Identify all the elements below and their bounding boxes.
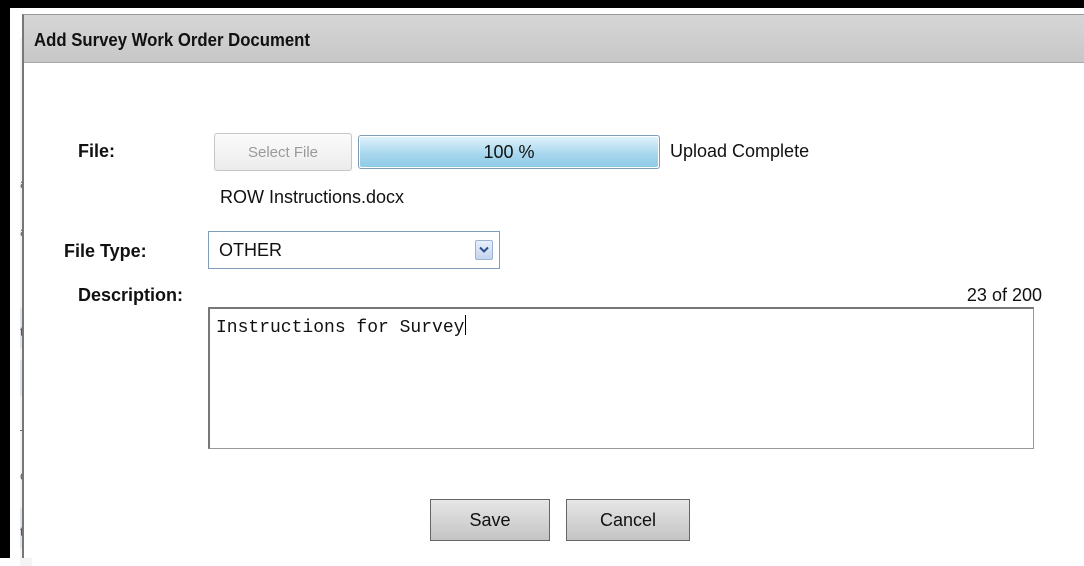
file-type-dropdown[interactable]: OTHER: [208, 231, 500, 269]
uploaded-file-name: ROW Instructions.docx: [220, 187, 405, 207]
file-label: File:: [78, 141, 116, 161]
file-type-label: File Type:: [64, 241, 147, 261]
save-button[interactable]: Save: [430, 499, 550, 541]
add-document-dialog: Add Survey Work Order Document File: Sel…: [22, 14, 1084, 558]
character-counter: 23 of 200: [966, 285, 1042, 305]
upload-progress-bar: 100 %: [358, 135, 660, 169]
cancel-button[interactable]: Cancel: [566, 499, 690, 541]
description-text: Instructions for Survey: [216, 315, 467, 338]
description-label: Description:: [78, 285, 184, 305]
text-caret: [465, 315, 467, 335]
upload-status-text: Upload Complete: [670, 141, 810, 161]
dialog-title: Add Survey Work Order Document: [34, 30, 310, 50]
select-file-button[interactable]: Select File: [214, 133, 352, 171]
file-type-selected-value: OTHER: [219, 240, 282, 260]
upload-progress-text: 100 %: [483, 141, 535, 162]
description-textarea[interactable]: Instructions for Survey: [208, 307, 1034, 449]
chevron-down-icon[interactable]: [475, 240, 493, 260]
dialog-title-bar[interactable]: Add Survey Work Order Document: [24, 15, 1084, 63]
